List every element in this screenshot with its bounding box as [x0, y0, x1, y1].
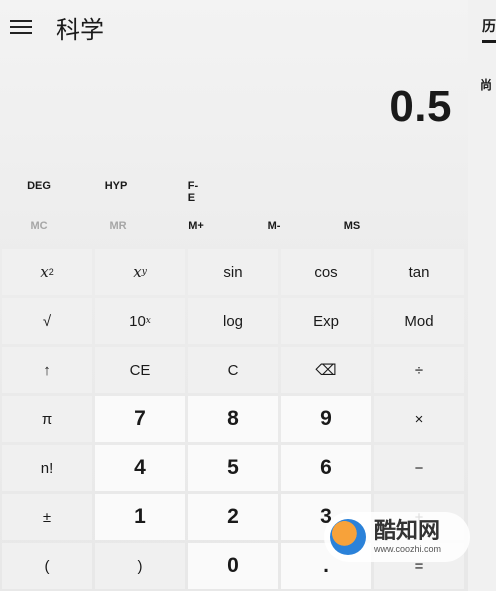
ten-power-button[interactable]: 10 x — [95, 298, 185, 344]
x-power-y-label: x — [133, 263, 142, 281]
negate-button[interactable]: ± — [2, 494, 92, 540]
page-title: 科学 — [56, 16, 104, 44]
history-empty-message: 尚 — [480, 78, 493, 92]
cos-button[interactable]: cos — [281, 249, 371, 295]
result-display: 0.5 — [389, 82, 452, 131]
c-button[interactable]: C — [188, 347, 278, 393]
x-power-y-button[interactable]: xy — [95, 249, 185, 295]
hyp-button[interactable]: HYP — [105, 180, 128, 192]
fe-button[interactable]: F-E — [188, 180, 198, 204]
tab-history[interactable]: 历 — [482, 16, 496, 36]
pi-button[interactable]: π — [2, 396, 92, 442]
ce-button[interactable]: CE — [95, 347, 185, 393]
watermark-main-text: 酷知网 — [374, 519, 441, 544]
digit-4-button[interactable]: 4 — [95, 445, 185, 491]
tan-button[interactable]: tan — [374, 249, 464, 295]
m-minus-button[interactable]: M- — [268, 220, 281, 232]
divide-button[interactable]: ÷ — [374, 347, 464, 393]
digit-5-button[interactable]: 5 — [188, 445, 278, 491]
watermark: 酷知网 www.coozhi.com — [324, 512, 470, 562]
hamburger-icon[interactable] — [10, 20, 32, 36]
digit-9-button[interactable]: 9 — [281, 396, 371, 442]
mod-button[interactable]: Mod — [374, 298, 464, 344]
shift-up-icon[interactable]: ↑ — [2, 347, 92, 393]
ten-power-label: 10 — [129, 312, 146, 330]
ms-button[interactable]: MS — [344, 220, 361, 232]
digit-2-button[interactable]: 2 — [188, 494, 278, 540]
factorial-button[interactable]: n! — [2, 445, 92, 491]
digit-7-button[interactable]: 7 — [95, 396, 185, 442]
right-paren-button[interactable]: ) — [95, 543, 185, 589]
tab-underline — [482, 40, 496, 43]
history-panel: 历 尚 — [468, 0, 496, 591]
multiply-button[interactable]: × — [374, 396, 464, 442]
sin-button[interactable]: sin — [188, 249, 278, 295]
mr-button[interactable]: MR — [109, 220, 126, 232]
m-plus-button[interactable]: M+ — [188, 220, 204, 232]
x-power-y-sup: y — [141, 267, 147, 277]
sqrt-button[interactable]: √ — [2, 298, 92, 344]
x-squared-button[interactable]: x2 — [2, 249, 92, 295]
digit-0-button[interactable]: 0 — [188, 543, 278, 589]
calculator-app: 科学 0.5 DEG HYP F-E MC MR M+ M- MS x2 xy … — [0, 0, 468, 591]
ten-power-sup: x — [145, 316, 151, 326]
deg-button[interactable]: DEG — [27, 180, 51, 192]
digit-6-button[interactable]: 6 — [281, 445, 371, 491]
watermark-logo-icon — [330, 519, 366, 555]
minus-button[interactable]: − — [374, 445, 464, 491]
digit-1-button[interactable]: 1 — [95, 494, 185, 540]
mc-button[interactable]: MC — [30, 220, 47, 232]
left-paren-button[interactable]: ( — [2, 543, 92, 589]
x-squared-label: x — [40, 263, 49, 281]
backspace-icon[interactable]: ⌫ — [281, 347, 371, 393]
exp-button[interactable]: Exp — [281, 298, 371, 344]
log-button[interactable]: log — [188, 298, 278, 344]
digit-8-button[interactable]: 8 — [188, 396, 278, 442]
x-squared-sup: 2 — [48, 267, 54, 277]
watermark-url: www.coozhi.com — [374, 544, 442, 554]
